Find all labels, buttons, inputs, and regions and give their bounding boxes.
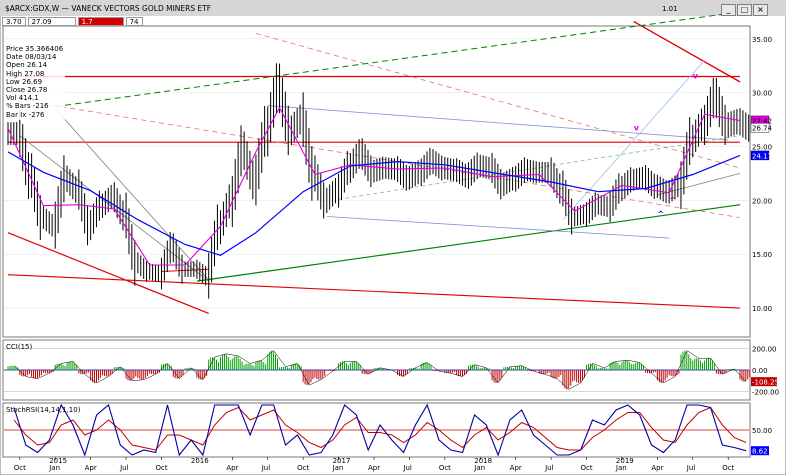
info-price: Price 35.366406 [6,45,64,53]
y-tick-label: 20.00 [752,197,772,205]
x-tick-label: Oct [722,464,734,472]
x-tick-label: Oct [297,464,309,472]
info-date: Date 08/03/14 [6,53,57,62]
info-low: Low 26.69 [6,77,43,86]
x-tick-label: Jul [544,464,554,472]
x-tick-label: Oct [14,464,26,472]
price-label: 26.74 [752,125,773,133]
toolbar-field-1[interactable]: 3.70 [2,17,26,26]
x-tick-label: Jul [402,464,412,472]
window-title: $ARCX:GDX,W — VANECK VECTORS GOLD MINERS… [5,4,211,13]
x-tick-label: Oct [439,464,451,472]
toolbar: 3.70 27.09 1.7 74 [2,17,143,26]
y-tick-label: 15.00 [752,251,772,259]
y-tick-label: 25.00 [752,143,772,151]
info-open: Open 26.14 [6,61,47,70]
x-tick-label: Apr [226,464,238,472]
x-tick-label: Jan [473,464,485,472]
cci-tick-label: -200.00 [752,389,779,397]
info-high: High 27.08 [6,69,45,78]
annotation-marker: v [693,72,699,81]
x-tick-label: Jul [686,464,696,472]
cci-value-label: -108.25 [752,379,779,387]
annotation-marker: v [634,123,640,132]
x-tick-label: Apr [510,464,522,472]
header-value: 1.01 [662,5,678,13]
x-tick-label: Jan [332,464,344,472]
maximize-button[interactable]: □ [737,4,752,16]
cci-tick-label: 0.00 [752,367,768,375]
toolbar-field-4[interactable]: 74 [125,17,143,26]
annotation-marker: ^ [669,196,676,205]
x-tick-label: Apr [651,464,663,472]
stochrsi-title: StochRSI(14,14,1,10) [6,406,81,414]
price-label: 24.17 [752,152,772,160]
x-tick-label: Apr [85,464,97,472]
stoch-tick-label: 50.00 [752,427,772,435]
cci-title: CCI(15) [6,343,32,351]
chart-window: $ARCX:GDX,W — VANECK VECTORS GOLD MINERS… [0,0,786,475]
toolbar-field-2[interactable]: 27.09 [27,17,76,26]
close-button[interactable]: × [753,4,768,16]
x-tick-label: Jan [48,464,60,472]
x-tick-label: Oct [155,464,167,472]
info-pct-bars: % Bars -216 [6,102,49,111]
y-tick-label: 10.00 [752,305,772,313]
x-tick-label: Jul [261,464,271,472]
cci-tick-label: 200.00 [752,345,777,353]
info-bar-ix: Bar Ix -276 [6,110,45,119]
y-tick-label: 30.00 [752,90,772,98]
x-tick-label: Jul [119,464,129,472]
data-info-box: Price 35.366406 Date 08/03/14 Open 26.14… [4,44,66,120]
info-close: Close 26.78 [6,86,48,95]
toolbar-field-3[interactable]: 1.7 [77,17,124,26]
x-tick-label: Apr [368,464,380,472]
annotation-marker: ^ [657,210,664,219]
x-tick-label: 2016 [191,457,209,465]
x-tick-label: Oct [581,464,593,472]
info-vol: Vol 414.1 [6,94,39,103]
stoch-value-label: 8.62 [752,448,768,456]
y-tick-label: 35.00 [752,36,772,44]
x-tick-label: Jan [615,464,627,472]
minimize-button[interactable]: _ [721,4,736,16]
